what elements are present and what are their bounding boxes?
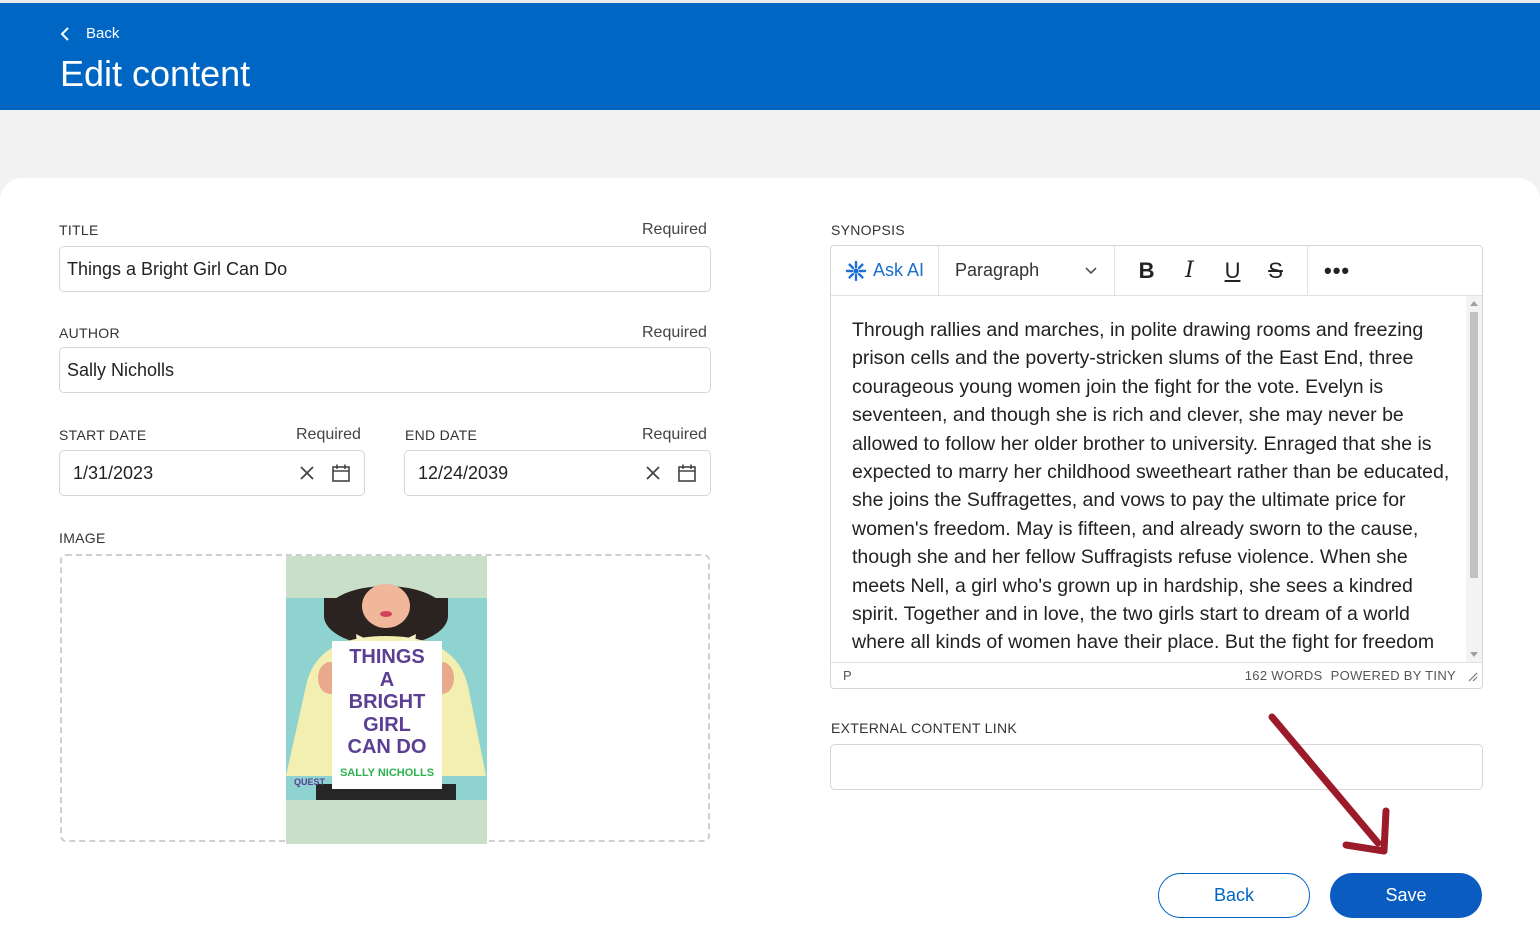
end-date-value: 12/24/2039 [418,462,509,483]
underline-button[interactable]: U [1211,253,1254,289]
calendar-icon[interactable] [676,462,698,484]
calendar-icon[interactable] [330,462,352,484]
synopsis-label: SYNOPSIS [831,222,905,238]
author-value: Sally Nicholls [67,359,175,380]
header-back-link[interactable]: Back [60,25,119,42]
editor-scrollbar[interactable] [1466,296,1482,662]
more-options-button[interactable]: ••• [1308,246,1366,296]
editor-statusbar: P 162 WORDS POWERED BY TINY [831,662,1482,688]
cover-title: THINGS A BRIGHT GIRL CAN DO [347,646,427,758]
image-dropzone[interactable]: THINGS A BRIGHT GIRL CAN DO SALLY NICHOL… [60,554,710,844]
clear-end-date-icon[interactable] [642,462,664,484]
chevron-left-icon [60,26,69,41]
format-group: B I U S [1115,245,1309,296]
external-link-label: EXTERNAL CONTENT LINK [831,720,1018,736]
start-date-input[interactable]: 1/31/2023 [59,450,365,496]
block-format-value: Paragraph [955,260,1040,280]
cover-badge: QUEST [294,777,326,787]
italic-button[interactable]: I [1168,253,1211,289]
back-button[interactable]: Back [1158,873,1310,918]
sparkle-icon [845,260,867,281]
book-cover-image: THINGS A BRIGHT GIRL CAN DO SALLY NICHOL… [286,556,487,844]
scroll-thumb[interactable] [1470,312,1478,578]
word-count[interactable]: 162 WORDS [1245,668,1323,683]
author-label: AUTHOR [59,325,120,341]
annotation-arrow-icon [1268,713,1390,855]
author-input[interactable]: Sally Nicholls [59,347,711,393]
resize-handle-icon[interactable] [1466,670,1478,682]
powered-by[interactable]: POWERED BY TINY [1331,668,1456,683]
strikethrough-button[interactable]: S [1254,253,1297,289]
synopsis-text[interactable]: Through rallies and marches, in polite d… [831,296,1466,662]
chevron-down-icon [1085,266,1097,274]
page-title: Edit content [60,53,251,94]
end-date-label: END DATE [405,427,478,443]
editor-toolbar: Ask AI Paragraph B I U S ••• [831,245,1482,296]
title-input[interactable]: Things a Bright Girl Can Do [59,246,711,292]
title-required: Required [642,221,707,238]
end-date-required: Required [642,426,707,443]
header-back-label: Back [86,25,120,42]
end-date-input[interactable]: 12/24/2039 [404,450,711,496]
clear-start-date-icon[interactable] [296,462,318,484]
cover-author: SALLY NICHOLLS [339,767,435,779]
block-format-select[interactable]: Paragraph [939,245,1116,296]
start-date-value: 1/31/2023 [73,462,154,483]
ask-ai-label: Ask AI [873,260,925,280]
bold-button[interactable]: B [1125,253,1168,289]
start-date-label: START DATE [59,427,147,443]
ask-ai-button[interactable]: Ask AI [831,245,940,296]
start-date-required: Required [296,426,361,443]
save-button[interactable]: Save [1330,873,1482,918]
synopsis-editor[interactable]: Ask AI Paragraph B I U S ••• Through ral… [830,245,1483,689]
image-label: IMAGE [59,530,106,546]
title-value: Things a Bright Girl Can Do [67,258,288,279]
scroll-up-icon[interactable] [1470,301,1478,306]
title-label: TITLE [59,222,99,238]
scroll-down-icon[interactable] [1470,652,1478,657]
author-required: Required [642,324,707,341]
page-header: Back Edit content [0,0,1540,110]
element-path[interactable]: P [843,668,1245,683]
